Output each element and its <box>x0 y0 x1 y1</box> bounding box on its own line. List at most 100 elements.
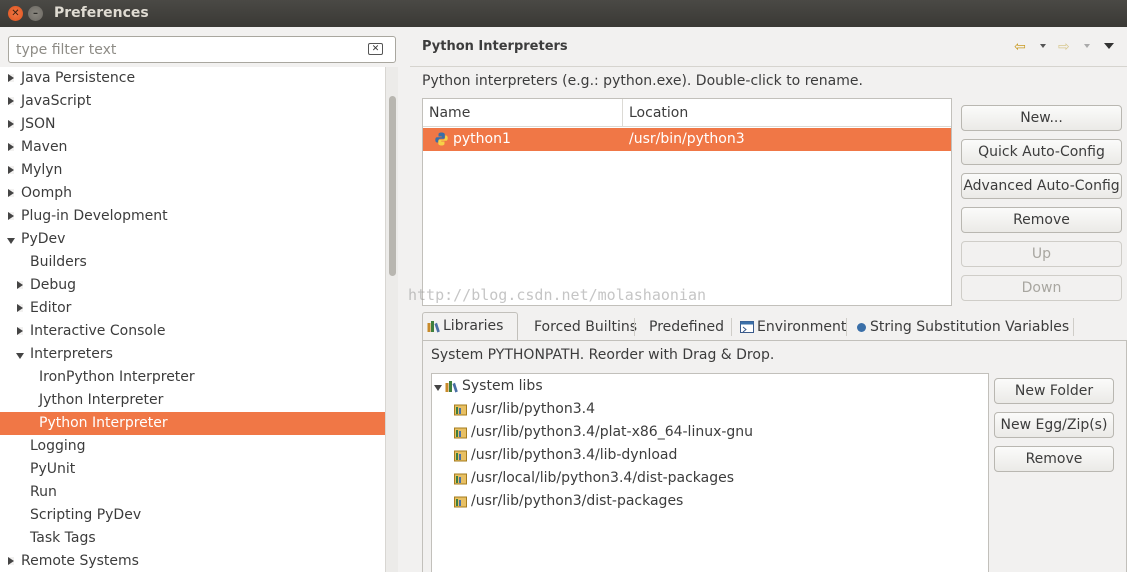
tab-divider <box>634 318 635 336</box>
tree-scrollbar[interactable] <box>385 67 398 572</box>
tree-item[interactable]: Logging <box>0 435 385 458</box>
page-description: Python interpreters (e.g.: python.exe). … <box>422 73 863 89</box>
page-header: Python Interpreters ⇦ ⇨ <box>410 27 1127 67</box>
libraries-description: System PYTHONPATH. Reorder with Drag & D… <box>431 347 775 363</box>
minimize-window-button[interactable]: – <box>28 6 43 21</box>
column-header-location[interactable]: Location <box>623 99 951 127</box>
interpreter-info-tabs: Libraries Forced Builtins Predefined Env… <box>422 312 1127 342</box>
view-menu-icon[interactable] <box>1104 43 1114 49</box>
chevron-right-icon[interactable] <box>8 143 14 151</box>
chevron-right-icon[interactable] <box>17 281 23 289</box>
back-arrow-icon[interactable]: ⇦ <box>1014 39 1026 55</box>
advanced-auto-config-button[interactable]: Advanced Auto-Config <box>961 173 1122 199</box>
chevron-right-icon[interactable] <box>17 327 23 335</box>
tree-item-label: Java Persistence <box>21 70 136 86</box>
library-path-label: /usr/lib/python3.4/lib-dynload <box>471 447 678 463</box>
tree-item-label: IronPython Interpreter <box>39 369 195 385</box>
tree-item[interactable]: Oomph <box>0 182 385 205</box>
window-title: Preferences <box>54 5 149 21</box>
tree-item[interactable]: Interpreters <box>0 343 385 366</box>
tree-item[interactable]: Maven <box>0 136 385 159</box>
tab-string-substitution-variables[interactable]: String Substitution Variables <box>852 314 1069 341</box>
tree-item-label: Oomph <box>21 185 72 201</box>
tree-node-system-libs[interactable]: System libs <box>432 375 988 398</box>
tree-item[interactable]: Interactive Console <box>0 320 385 343</box>
tree-item[interactable]: IronPython Interpreter <box>0 366 385 389</box>
tree-item[interactable]: Builders <box>0 251 385 274</box>
preferences-tree: Java Persistence JavaScript JSON Maven Mylyn… <box>0 67 385 572</box>
tree-item[interactable]: PyUnit <box>0 458 385 481</box>
remove-interpreter-button[interactable]: Remove <box>961 207 1122 233</box>
chevron-right-icon[interactable] <box>8 212 14 220</box>
tree-item[interactable]: Mylyn <box>0 159 385 182</box>
column-header-name[interactable]: Name <box>423 99 623 127</box>
tree-item[interactable]: Run <box>0 481 385 504</box>
tree-item-label: Editor <box>30 300 72 316</box>
clear-filter-icon[interactable]: ✕ <box>368 43 383 55</box>
tree-item-label: PyUnit <box>30 461 76 477</box>
tree-item-label: Interpreters <box>30 346 113 362</box>
library-path-item[interactable]: /usr/lib/python3/dist-packages <box>432 490 988 513</box>
tab-libraries[interactable]: Libraries <box>422 312 518 342</box>
scrollbar-thumb[interactable] <box>389 96 396 276</box>
tree-item-label: Plug-in Development <box>21 208 168 224</box>
tree-item[interactable]: Scripting PyDev <box>0 504 385 527</box>
tree-item[interactable]: PyDev <box>0 228 385 251</box>
remove-library-button[interactable]: Remove <box>994 446 1114 472</box>
tree-item[interactable]: Plug-in Development <box>0 205 385 228</box>
forward-arrow-icon[interactable]: ⇨ <box>1058 39 1070 55</box>
chevron-right-icon[interactable] <box>8 557 14 565</box>
chevron-right-icon[interactable] <box>17 304 23 312</box>
tree-item[interactable]: Jython Interpreter <box>0 389 385 412</box>
forward-history-dropdown-icon[interactable] <box>1084 44 1090 48</box>
chevron-right-icon[interactable] <box>8 120 14 128</box>
new-interpreter-button[interactable]: New... <box>961 105 1122 131</box>
library-path-item[interactable]: /usr/lib/python3.4/lib-dynload <box>432 444 988 467</box>
chevron-down-icon[interactable] <box>7 238 15 244</box>
tree-item[interactable]: Remote Systems <box>0 550 385 572</box>
close-window-button[interactable]: ✕ <box>8 6 23 21</box>
chevron-right-icon[interactable] <box>8 97 14 105</box>
folder-library-icon <box>454 427 467 439</box>
filter-input[interactable] <box>9 37 349 62</box>
chevron-down-icon[interactable] <box>16 353 24 359</box>
tree-item[interactable]: JSON <box>0 113 385 136</box>
tab-forced-builtins[interactable]: Forced Builtins <box>530 314 637 341</box>
new-folder-button[interactable]: New Folder <box>994 378 1114 404</box>
tree-item[interactable]: Java Persistence <box>0 67 385 90</box>
library-path-item[interactable]: /usr/lib/python3.4 <box>432 398 988 421</box>
tree-item-label: Task Tags <box>30 530 96 546</box>
tree-item-label: Scripting PyDev <box>30 507 142 523</box>
tree-item[interactable]: JavaScript <box>0 90 385 113</box>
environment-icon <box>740 320 754 333</box>
table-row[interactable]: python1 /usr/bin/python3 <box>423 128 951 151</box>
up-button[interactable]: Up <box>961 241 1122 267</box>
quick-auto-config-button[interactable]: Quick Auto-Config <box>961 139 1122 165</box>
tree-item[interactable]: Task Tags <box>0 527 385 550</box>
library-path-label: /usr/lib/python3/dist-packages <box>471 493 684 509</box>
chevron-right-icon[interactable] <box>8 74 14 82</box>
tree-item-label: JavaScript <box>21 93 92 109</box>
tab-environment[interactable]: Environment <box>736 314 846 341</box>
tab-predefined[interactable]: Predefined <box>645 314 724 341</box>
tree-item-label: JSON <box>21 116 56 132</box>
library-path-item[interactable]: /usr/local/lib/python3.4/dist-packages <box>432 467 988 490</box>
tree-item-label: Builders <box>30 254 87 270</box>
down-button[interactable]: Down <box>961 275 1122 301</box>
library-path-label: /usr/lib/python3.4/plat-x86_64-linux-gnu <box>471 424 754 440</box>
new-egg-zip-button[interactable]: New Egg/Zip(s) <box>994 412 1114 438</box>
back-history-dropdown-icon[interactable] <box>1040 44 1046 48</box>
tab-label: String Substitution Variables <box>870 319 1070 335</box>
tree-item-label: PyDev <box>21 231 66 247</box>
tree-item[interactable]: Editor <box>0 297 385 320</box>
tree-item[interactable]: Python Interpreter <box>0 412 385 435</box>
folder-library-icon <box>454 450 467 462</box>
library-path-item[interactable]: /usr/lib/python3.4/plat-x86_64-linux-gnu <box>432 421 988 444</box>
chevron-down-icon[interactable] <box>434 385 442 391</box>
preferences-nav-pane: ✕ Java Persistence JavaScript JSON Maven Myl… <box>0 27 398 572</box>
filter-box: ✕ <box>8 36 396 63</box>
chevron-right-icon[interactable] <box>8 189 14 197</box>
chevron-right-icon[interactable] <box>8 166 14 174</box>
tab-divider <box>731 318 732 336</box>
tree-item[interactable]: Debug <box>0 274 385 297</box>
